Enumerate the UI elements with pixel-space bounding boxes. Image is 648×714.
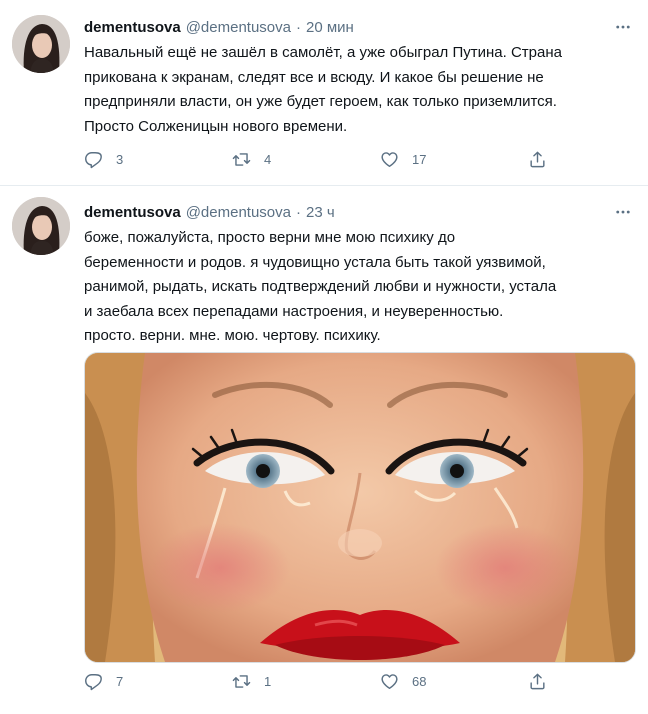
- heart-icon: [381, 152, 398, 168]
- user-handle[interactable]: @dementusova: [186, 19, 291, 36]
- reply-count: 7: [116, 674, 124, 689]
- crying-face-image: [85, 353, 635, 662]
- like-count: 68: [412, 674, 427, 689]
- like-count: 17: [412, 152, 427, 167]
- like-button[interactable]: 68: [380, 672, 426, 691]
- tweet-text: Навальный ещё не зашёл в самолёт, а уже …: [84, 44, 562, 135]
- like-button[interactable]: 17: [380, 150, 426, 169]
- retweet-button[interactable]: 1: [232, 672, 271, 691]
- separator-dot: ·: [296, 203, 301, 221]
- tweet-header: dementusova @dementusova · 23 ч: [84, 201, 634, 223]
- tweet-text: боже, пожалуйста, просто верни мне мою п…: [84, 229, 557, 345]
- tweet[interactable]: dementusova @dementusova · 23 ч боже, по…: [0, 186, 648, 714]
- avatar[interactable]: [12, 197, 70, 255]
- share-button[interactable]: [528, 672, 547, 691]
- share-icon: [530, 673, 545, 690]
- retweet-icon: [232, 675, 251, 688]
- reply-button[interactable]: 3: [84, 150, 123, 169]
- retweet-button[interactable]: 4: [232, 150, 271, 169]
- reply-count: 3: [116, 152, 124, 167]
- reply-icon: [85, 674, 102, 691]
- avatar-photo: [12, 197, 70, 255]
- retweet-count: 4: [264, 152, 272, 167]
- more-icon[interactable]: [612, 17, 634, 37]
- separator-dot: ·: [296, 18, 301, 36]
- timestamp[interactable]: 20 мин: [306, 19, 354, 36]
- reply-icon: [85, 152, 102, 169]
- tweet-actions: 3 4 17: [84, 150, 564, 170]
- reply-button[interactable]: 7: [84, 672, 123, 691]
- tweet[interactable]: dementusova @dementusova · 20 мин Наваль…: [0, 0, 648, 186]
- share-icon: [530, 151, 545, 168]
- display-name[interactable]: dementusova: [84, 19, 181, 36]
- avatar-photo: [12, 15, 70, 73]
- user-handle[interactable]: @dementusova: [186, 204, 291, 221]
- share-button[interactable]: [528, 150, 547, 169]
- tweet-actions: 7 1 68: [84, 672, 564, 692]
- tweet-header: dementusova @dementusova · 20 мин: [84, 16, 634, 38]
- display-name[interactable]: dementusova: [84, 204, 181, 221]
- timestamp[interactable]: 23 ч: [306, 204, 335, 221]
- avatar[interactable]: [12, 15, 70, 73]
- retweet-count: 1: [264, 674, 272, 689]
- tweet-image[interactable]: [84, 352, 636, 663]
- retweet-icon: [232, 153, 251, 166]
- heart-icon: [381, 674, 398, 690]
- more-icon[interactable]: [612, 202, 634, 222]
